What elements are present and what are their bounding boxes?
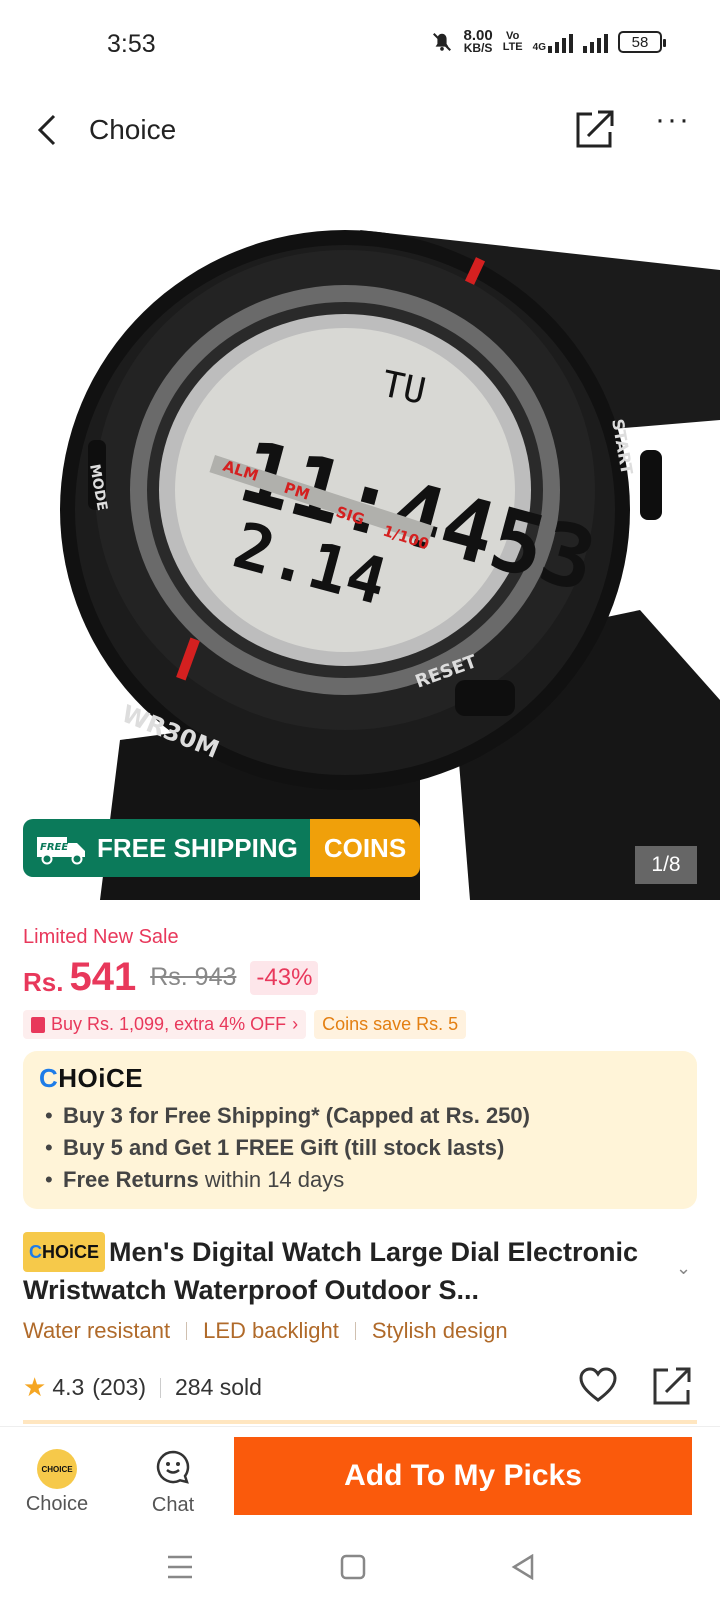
status-icons: 8.00 KB/S Vo LTE 4G 58 (431, 27, 666, 55)
page-title: Choice (89, 114, 177, 145)
back-icon[interactable] (34, 112, 64, 148)
status-time: 3:53 (107, 30, 156, 58)
bell-muted-icon (433, 33, 452, 51)
product-image-gallery[interactable]: TU 11:4453 2.14 ALM PM SIG 1/100 MODE ST… (0, 180, 720, 900)
feature-tag: Stylish design (371, 1318, 508, 1343)
choice-logo: CHOiCE (39, 1063, 144, 1093)
home-icon[interactable] (340, 1554, 366, 1580)
benefit-item: Buy 5 and Get 1 FREE Gift (till stock la… (41, 1132, 679, 1164)
benefit-item: Buy 3 for Free Shipping* (Capped at Rs. … (41, 1100, 679, 1132)
free-shipping-badge: FREE FREE SHIPPING COINS (23, 819, 421, 877)
coins-label: COINS (309, 819, 421, 877)
svg-text:FREE: FREE (40, 842, 68, 853)
coins-save-badge: Coins save Rs. 5 (314, 1010, 467, 1039)
feature-tag: LED backlight (203, 1318, 339, 1343)
product-watch-image: TU 11:4453 2.14 ALM PM SIG 1/100 MODE ST… (60, 230, 720, 900)
back-nav-icon[interactable] (510, 1554, 536, 1580)
choice-nav-button[interactable]: CHOICE Choice (24, 1449, 90, 1516)
volte-indicator: Vo LTE (502, 30, 523, 53)
image-counter: 1/8 (635, 846, 697, 884)
bundle-promo[interactable]: Buy Rs. 1,099, extra 4% OFF › (23, 1010, 307, 1039)
sold-count: 284 sold (175, 1374, 262, 1400)
bottom-action-bar: CHOICE Choice Chat Add To My Picks (0, 1426, 720, 1526)
more-options-icon[interactable]: ··· (655, 105, 691, 135)
menu-icon[interactable] (166, 1554, 194, 1580)
truck-icon: FREE (37, 837, 85, 865)
status-bar: 3:53 8.00 KB/S Vo LTE 4G 58 (0, 0, 720, 90)
current-price: 541 (69, 955, 137, 999)
nav-bar: Choice ··· (0, 90, 720, 170)
promo-row: Buy Rs. 1,099, extra 4% OFF › Coins save… (23, 1010, 467, 1039)
chevron-down-icon[interactable]: ⌄ (676, 1258, 691, 1279)
free-shipping-label: FREE SHIPPING (97, 832, 298, 863)
share-icon-secondary[interactable] (652, 1366, 692, 1406)
feature-tags: Water resistant LED backlight Stylish de… (23, 1318, 508, 1344)
feature-tag: Water resistant (23, 1318, 171, 1343)
product-title[interactable]: CHOiCE Men's Digital Watch Large Dial Ele… (23, 1232, 673, 1308)
currency-label: Rs. (23, 967, 64, 997)
review-count: (203) (92, 1374, 146, 1400)
choice-logo-icon: CHOICE (37, 1449, 77, 1489)
battery-icon: 58 (618, 31, 666, 53)
chat-icon (156, 1450, 190, 1484)
benefit-item: Free Returns within 14 days (41, 1164, 679, 1196)
rating-value: 4.3 (52, 1374, 85, 1400)
original-price: Rs. 943 (150, 963, 237, 991)
section-divider (23, 1420, 697, 1424)
system-nav-bar (0, 1526, 720, 1612)
sale-label: Limited New Sale (23, 926, 179, 948)
add-to-picks-button[interactable]: Add To My Picks (234, 1437, 692, 1515)
share-icon[interactable] (574, 108, 616, 150)
wishlist-heart-icon[interactable] (578, 1366, 618, 1404)
choice-chip: CHOiCE (23, 1232, 106, 1272)
rating-row[interactable]: ★ 4.3 (203) 284 sold (23, 1372, 262, 1403)
chevron-right-icon: › (292, 1014, 299, 1034)
signal-4g-icon: 4G (533, 31, 573, 53)
star-icon: ★ (23, 1372, 47, 1402)
network-speed: 8.00 KB/S (463, 27, 493, 55)
chat-button[interactable]: Chat (148, 1449, 198, 1517)
price-line: Rs. 541 Rs. 943 -43% (23, 955, 319, 1000)
signal-icon (583, 31, 608, 53)
coupon-tag-icon (31, 1016, 45, 1033)
choice-benefits-box[interactable]: CHOiCE Buy 3 for Free Shipping* (Capped … (23, 1051, 697, 1209)
discount-badge: -43% (250, 960, 319, 995)
